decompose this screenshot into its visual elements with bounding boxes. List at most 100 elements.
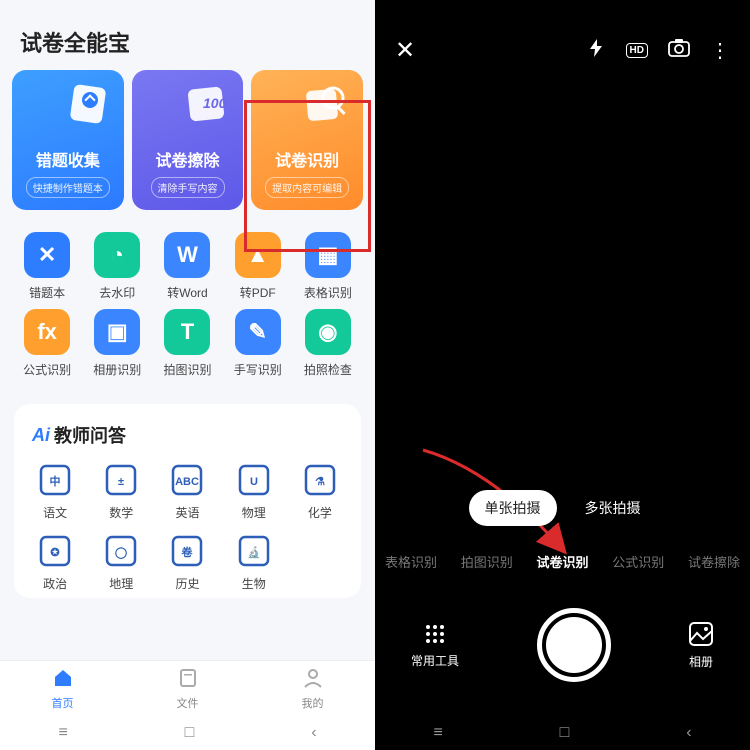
subject-8[interactable]: 🔬 生物 (223, 533, 285, 592)
nav-icon (302, 667, 324, 693)
tool-item-6[interactable]: ▣相册识别 (84, 309, 150, 378)
hd-button[interactable]: HD (626, 43, 648, 58)
common-tools-button[interactable]: 常用工具 (411, 622, 459, 669)
subject-2[interactable]: ABC 英语 (156, 462, 218, 521)
subject-3[interactable]: U 物理 (223, 462, 285, 521)
tool-item-8[interactable]: ✎手写识别 (225, 309, 291, 378)
subject-1[interactable]: ±数学 (90, 462, 152, 521)
common-tools-label: 常用工具 (411, 652, 459, 669)
camera-switch-button[interactable] (668, 39, 690, 62)
mode-tab-0[interactable]: 表格识别 (385, 552, 437, 571)
tool-icon: T (164, 309, 210, 355)
svg-text:中: 中 (50, 474, 61, 488)
subject-icon: 中 (35, 462, 75, 498)
subject-label: 政治 (43, 575, 67, 592)
shot-mode-selector: 单张拍摄多张拍摄 (375, 490, 750, 526)
close-button[interactable]: ✕ (395, 36, 415, 65)
tool-item-5[interactable]: fx公式识别 (14, 309, 80, 378)
tool-item-9[interactable]: ◉拍照检查 (295, 309, 361, 378)
tool-label: 转PDF (240, 284, 276, 301)
subject-label: 数学 (109, 504, 133, 521)
tool-item-0[interactable]: ✕错题本 (14, 232, 80, 301)
subject-icon: ⚗ (300, 462, 340, 498)
tool-item-2[interactable]: W 转Word (154, 232, 220, 301)
tool-grid: ✕错题本 ◔ 去水印 W 转Word ▲转PDF ▦ 表格识别 fx公式识别▣相册识别 T 拍图识别… (0, 210, 375, 386)
card-erase-paper[interactable]: 100 试卷擦除 清除手写内容 (132, 70, 244, 210)
mode-tab-4[interactable]: 试卷擦除 (688, 552, 740, 571)
feature-cards: 错题收集 快捷制作错题本 100 试卷擦除 清除手写内容 试卷识别 提取内容可编… (0, 70, 375, 210)
subject-label: 英语 (175, 504, 199, 521)
home-icon[interactable]: □ (560, 724, 570, 742)
subject-5[interactable]: ✪ 政治 (24, 533, 86, 592)
recents-icon[interactable]: ≡ (433, 724, 442, 742)
card-title: 试卷识别 (275, 147, 339, 171)
subject-icon: U (234, 462, 274, 498)
nav-icon (52, 667, 74, 693)
nav-label: 文件 (177, 695, 199, 711)
album-button[interactable]: 相册 (688, 621, 714, 670)
mode-tab-1[interactable]: 拍图识别 (461, 552, 513, 571)
more-button[interactable]: ⋮ (710, 38, 730, 63)
tool-label: 公式识别 (23, 361, 71, 378)
svg-text:✪: ✪ (49, 547, 60, 559)
nav-item-0[interactable]: 首页 (0, 661, 125, 716)
notebook-icon (56, 82, 112, 126)
tool-item-7[interactable]: T 拍图识别 (154, 309, 220, 378)
camera-screen: ✕ HD ⋮ 单张拍摄多张拍摄 表格识别 拍图识别 试卷识别 公式识别 试卷擦除 常用工… (375, 0, 750, 750)
nav-icon (177, 667, 199, 693)
home-icon[interactable]: □ (185, 724, 195, 742)
shot-mode-1[interactable]: 多张拍摄 (569, 490, 657, 526)
tool-label: 拍图识别 (163, 361, 211, 378)
tool-icon: ◔ (94, 232, 140, 278)
nav-item-2[interactable]: 我的 (250, 661, 375, 716)
card-title: 试卷擦除 (156, 147, 220, 171)
subject-7[interactable]: 卷历史 (156, 533, 218, 592)
mode-tabs: 表格识别 拍图识别 试卷识别 公式识别 试卷擦除 (375, 552, 750, 571)
system-nav: ≡ □ ‹ (0, 716, 375, 750)
shot-mode-0[interactable]: 单张拍摄 (469, 490, 557, 526)
svg-text:卷: 卷 (181, 545, 194, 559)
svg-text:100: 100 (203, 95, 227, 111)
card-error-collect[interactable]: 错题收集 快捷制作错题本 (12, 70, 124, 210)
subject-4[interactable]: ⚗ 化学 (289, 462, 351, 521)
subject-0[interactable]: 中语文 (24, 462, 86, 521)
tool-icon: ▦ (305, 232, 351, 278)
app-home-screen: 试卷全能宝 错题收集 快捷制作错题本 100 试卷擦除 清除手写内容 试卷识别 … (0, 0, 375, 750)
subject-icon: 🔬 (234, 533, 274, 569)
mode-tab-2[interactable]: 试卷识别 (536, 552, 588, 571)
magnifier-icon (295, 82, 351, 126)
tool-item-4[interactable]: ▦ 表格识别 (295, 232, 361, 301)
shutter-button[interactable] (537, 608, 611, 682)
recents-icon[interactable]: ≡ (58, 724, 67, 742)
subject-icon: ◯ (101, 533, 141, 569)
subject-icon: ✪ (35, 533, 75, 569)
section-title: Ai 教师问答 (24, 422, 351, 448)
flash-button[interactable] (586, 38, 606, 63)
eraser-icon: 100 (175, 82, 231, 126)
subject-6[interactable]: ◯地理 (90, 533, 152, 592)
tool-icon: W (164, 232, 210, 278)
bottom-nav: 首页文件 我的 (0, 660, 375, 716)
nav-item-1[interactable]: 文件 (125, 661, 250, 716)
tool-item-1[interactable]: ◔ 去水印 (84, 232, 150, 301)
card-subtitle: 提取内容可编辑 (265, 177, 349, 198)
mode-tab-3[interactable]: 公式识别 (612, 552, 664, 571)
card-recognize-paper[interactable]: 试卷识别 提取内容可编辑 (251, 70, 363, 210)
card-subtitle: 清除手写内容 (151, 177, 225, 198)
card-title: 错题收集 (36, 147, 100, 171)
back-icon[interactable]: ‹ (311, 724, 316, 742)
tool-icon: ▣ (94, 309, 140, 355)
subject-label: 生物 (242, 575, 266, 592)
subject-label: 物理 (242, 504, 266, 521)
tool-item-3[interactable]: ▲转PDF (225, 232, 291, 301)
svg-text:ABC: ABC (176, 476, 200, 488)
tool-label: 去水印 (99, 284, 135, 301)
tool-label: 表格识别 (304, 284, 352, 301)
tool-icon: ✎ (235, 309, 281, 355)
tool-label: 转Word (167, 284, 207, 301)
subject-label: 化学 (308, 504, 332, 521)
ai-qa-section: Ai 教师问答 中语文±数学 ABC 英语 U 物理 ⚗ 化学 ✪ 政治 ◯地理卷历史 🔬 生物 (14, 404, 361, 598)
subject-icon: 卷 (167, 533, 207, 569)
back-icon[interactable]: ‹ (686, 724, 691, 742)
album-label: 相册 (689, 653, 713, 670)
